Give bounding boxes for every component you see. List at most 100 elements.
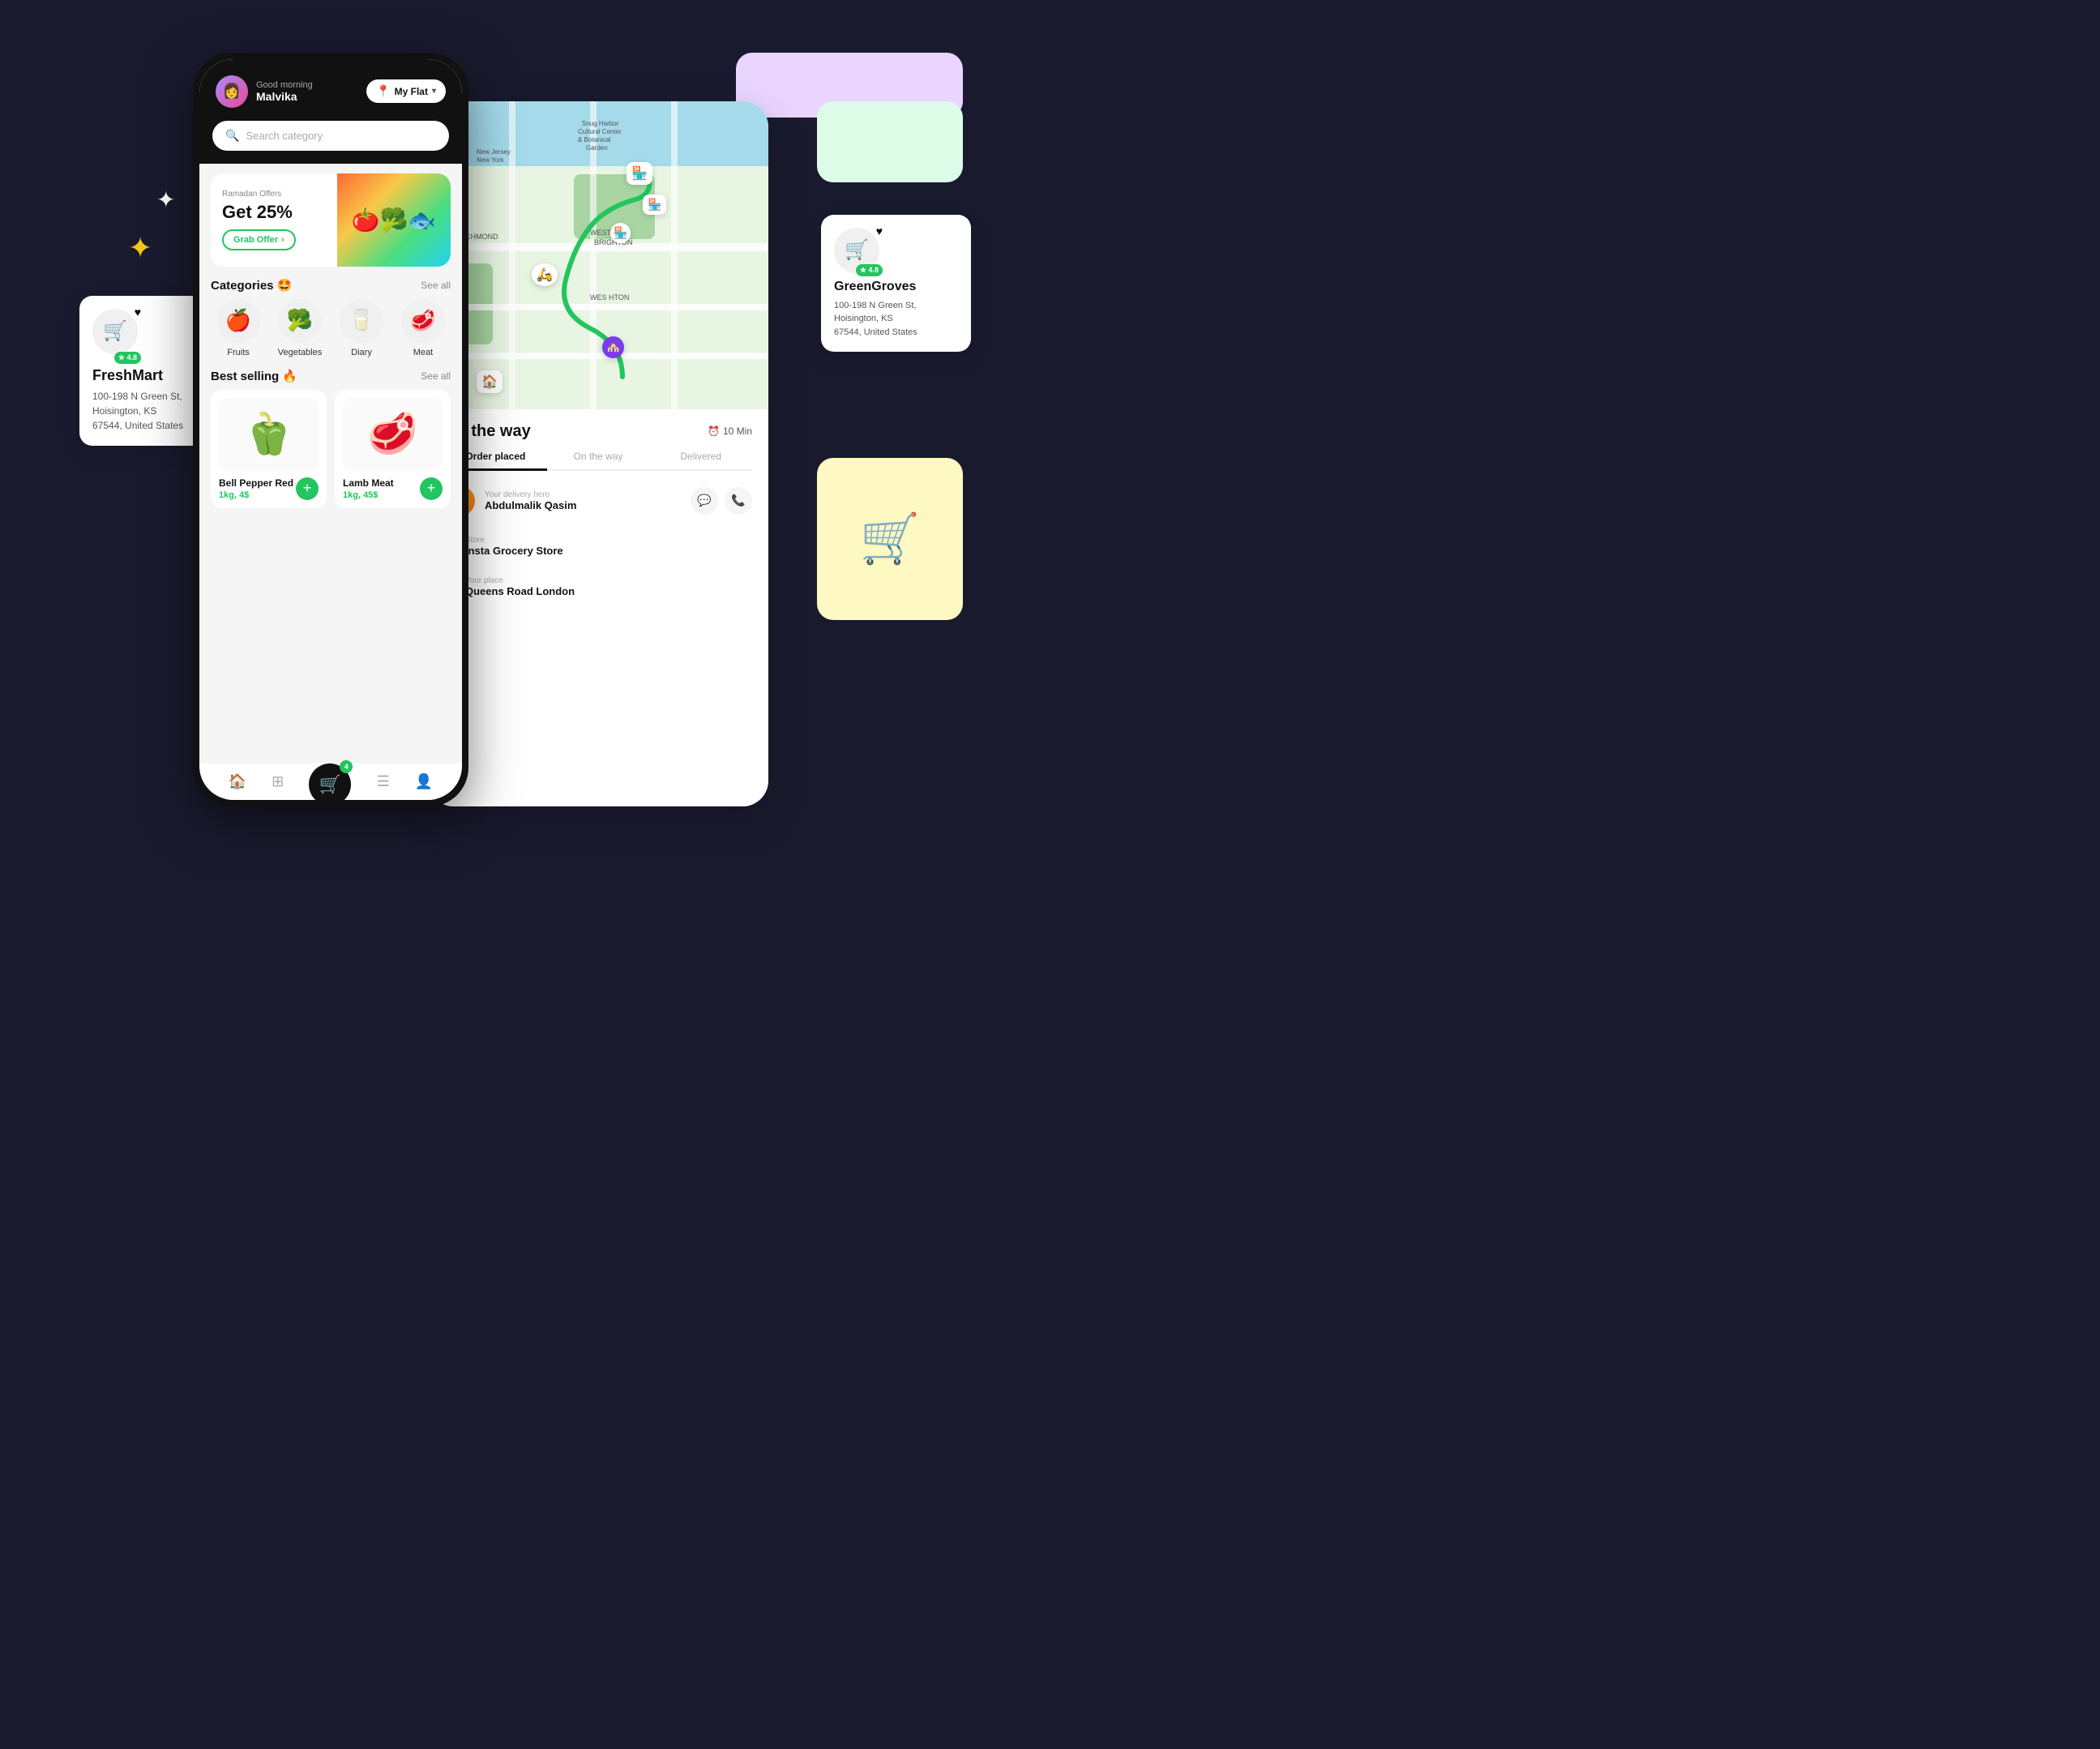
destination-row: Your place Queens Road London — [444, 571, 752, 602]
search-input[interactable]: Search category — [246, 130, 323, 142]
star-decoration-white: ✦ — [156, 186, 175, 213]
store-row: Store Insta Grocery Store — [444, 531, 752, 562]
map-house-marker: 🏠 — [477, 370, 503, 393]
green-panel — [817, 101, 963, 182]
nav-grid[interactable]: ⊞ — [272, 773, 284, 790]
greeting-text: Good morning — [256, 80, 313, 90]
vegetables-icon: 🥦 — [278, 299, 322, 343]
freshmart-basket-icon: 🛒 — [92, 309, 138, 354]
delivery-hero-row: 👨 Your delivery hero Abdulmalik Qasim 💬 … — [444, 481, 752, 521]
fruits-label: Fruits — [227, 348, 250, 357]
star-decoration-gold: ✦ — [128, 231, 152, 265]
greengroves-heart-icon: ♥ — [876, 225, 883, 237]
map-svg: PORT RICHMOND WEST NEW BRIGHTON WES HTON… — [428, 101, 768, 409]
delivery-hero-info: Your delivery hero Abdulmalik Qasim — [485, 490, 681, 511]
phone-main: 👩 Good morning Malvika 📍 My Flat ▾ 🔍 Sea… — [193, 53, 468, 806]
bell-pepper-add-button[interactable]: + — [296, 477, 319, 500]
tracking-panel: PORT RICHMOND WEST NEW BRIGHTON WES HTON… — [428, 101, 768, 806]
map-rider-marker: 🛵 — [532, 263, 558, 286]
categories-see-all[interactable]: See all — [421, 280, 451, 291]
svg-text:WES HTON: WES HTON — [590, 293, 629, 301]
username: Malvika — [256, 90, 313, 103]
product-lamb-meat: 🥩 Lamb Meat 1kg, 45$ + — [335, 390, 451, 508]
map-area: PORT RICHMOND WEST NEW BRIGHTON WES HTON… — [428, 101, 768, 409]
clock-icon: ⏰ — [708, 425, 720, 437]
lamb-meat-add-button[interactable]: + — [420, 477, 443, 500]
search-bar[interactable]: 🔍 Search category — [212, 121, 449, 151]
nav-cart-button[interactable]: 🛒 4 — [309, 763, 351, 800]
time-badge: ⏰ 10 Min — [708, 425, 752, 437]
banner-image: 🍅🥦🐟 — [337, 173, 451, 267]
fruits-icon: 🍎 — [216, 299, 260, 343]
vegetables-label: Vegetables — [278, 348, 322, 357]
tracking-header: On the way ⏰ 10 Min — [444, 422, 752, 441]
phone-content: Ramadan Offers Get 25% Grab Offer › 🍅🥦🐟 — [199, 164, 462, 763]
location-chevron-icon: ▾ — [432, 87, 436, 96]
best-selling-title: Best selling 🔥 — [211, 369, 297, 383]
diary-label: Diary — [351, 348, 372, 357]
location-pin-icon: 📍 — [376, 84, 390, 98]
categories-section: Categories 🤩 See all 🍎 Fruits 🥦 Vegetabl… — [211, 278, 451, 357]
svg-text:Cultural Center: Cultural Center — [578, 128, 622, 135]
destination-label: Your place — [465, 576, 752, 585]
map-destination-marker: 🏘️ — [602, 336, 624, 358]
yellow-basket-icon: 🛒 — [860, 510, 921, 567]
map-marker-store3: 🏪 — [610, 223, 631, 243]
search-icon: 🔍 — [225, 129, 239, 143]
categories-title: Categories 🤩 — [211, 278, 292, 293]
meat-label: Meat — [413, 348, 433, 357]
map-marker-store1: 🏪 — [627, 162, 652, 185]
destination-name: Queens Road London — [465, 585, 752, 597]
step-delivered[interactable]: Delivered — [649, 451, 752, 471]
greengroves-rating: ★ 4.8 — [856, 264, 883, 276]
category-vegetables[interactable]: 🥦 Vegetables — [272, 299, 327, 357]
chat-button[interactable]: 💬 — [691, 487, 718, 515]
meat-icon: 🥩 — [401, 299, 445, 343]
store-info: Store Insta Grocery Store — [465, 536, 752, 557]
step-on-the-way[interactable]: On the way — [547, 451, 650, 471]
scene: ✦ ✦ 🛒 ♥ ★ 4.8 FreshMart 100-198 N Green … — [79, 53, 971, 823]
bottom-nav: 🏠 ⊞ 🛒 4 ☰ 👤 — [199, 763, 462, 800]
nav-menu[interactable]: ☰ — [377, 773, 390, 790]
nav-profile[interactable]: 👤 — [415, 773, 433, 790]
svg-text:Garden: Garden — [586, 144, 608, 152]
bell-pepper-image: 🫑 — [219, 398, 319, 471]
grab-offer-button[interactable]: Grab Offer › — [222, 229, 296, 250]
freshmart-rating: ★ 4.8 — [114, 352, 141, 364]
products-grid: 🫑 Bell Pepper Red 1kg, 4$ + 🥩 Lamb Meat … — [211, 390, 451, 508]
map-marker-store2: 🏪 — [643, 195, 666, 215]
svg-text:Snug Harbor: Snug Harbor — [582, 120, 619, 127]
store-label: Store — [465, 536, 752, 545]
category-diary[interactable]: 🥛 Diary — [334, 299, 389, 357]
cart-badge: 4 — [340, 760, 353, 773]
diary-icon: 🥛 — [340, 299, 383, 343]
phone-header: 👩 Good morning Malvika 📍 My Flat ▾ — [199, 59, 462, 121]
call-button[interactable]: 📞 — [725, 487, 752, 515]
best-selling-section: Best selling 🔥 See all 🫑 Bell Pepper Red… — [211, 369, 451, 508]
best-selling-see-all[interactable]: See all — [421, 370, 451, 382]
category-meat[interactable]: 🥩 Meat — [396, 299, 451, 357]
nav-home[interactable]: 🏠 — [229, 773, 246, 790]
svg-text:New Jersey: New Jersey — [477, 148, 511, 156]
svg-text:& Botanical: & Botanical — [578, 136, 611, 143]
destination-info: Your place Queens Road London — [465, 576, 752, 597]
store-name: Insta Grocery Store — [465, 545, 752, 557]
location-label: My Flat — [395, 86, 428, 97]
delivery-actions: 💬 📞 — [691, 487, 752, 515]
tracking-bottom: On the way ⏰ 10 Min Order placed On the … — [428, 409, 768, 806]
category-fruits[interactable]: 🍎 Fruits — [211, 299, 266, 357]
delivery-hero-label: Your delivery hero — [485, 490, 681, 499]
location-pill[interactable]: 📍 My Flat ▾ — [366, 79, 446, 103]
promo-banner: Ramadan Offers Get 25% Grab Offer › 🍅🥦🐟 — [211, 173, 451, 267]
user-avatar: 👩 — [216, 75, 248, 108]
progress-steps: Order placed On the way Delivered — [444, 451, 752, 471]
user-info: 👩 Good morning Malvika — [216, 75, 313, 108]
lamb-meat-image: 🥩 — [343, 398, 443, 471]
categories-grid: 🍎 Fruits 🥦 Vegetables 🥛 Diary 🥩 — [211, 299, 451, 357]
product-bell-pepper: 🫑 Bell Pepper Red 1kg, 4$ + — [211, 390, 327, 508]
yellow-panel: 🛒 — [817, 458, 963, 620]
greengroves-address: 100-198 N Green St,Hoisington, KS67544, … — [834, 299, 958, 340]
store-card-greengroves: 🛒 ♥ ★ 4.8 GreenGroves 100-198 N Green St… — [821, 215, 971, 353]
greengroves-name: GreenGroves — [834, 280, 958, 294]
freshmart-heart-icon: ♥ — [135, 306, 141, 319]
